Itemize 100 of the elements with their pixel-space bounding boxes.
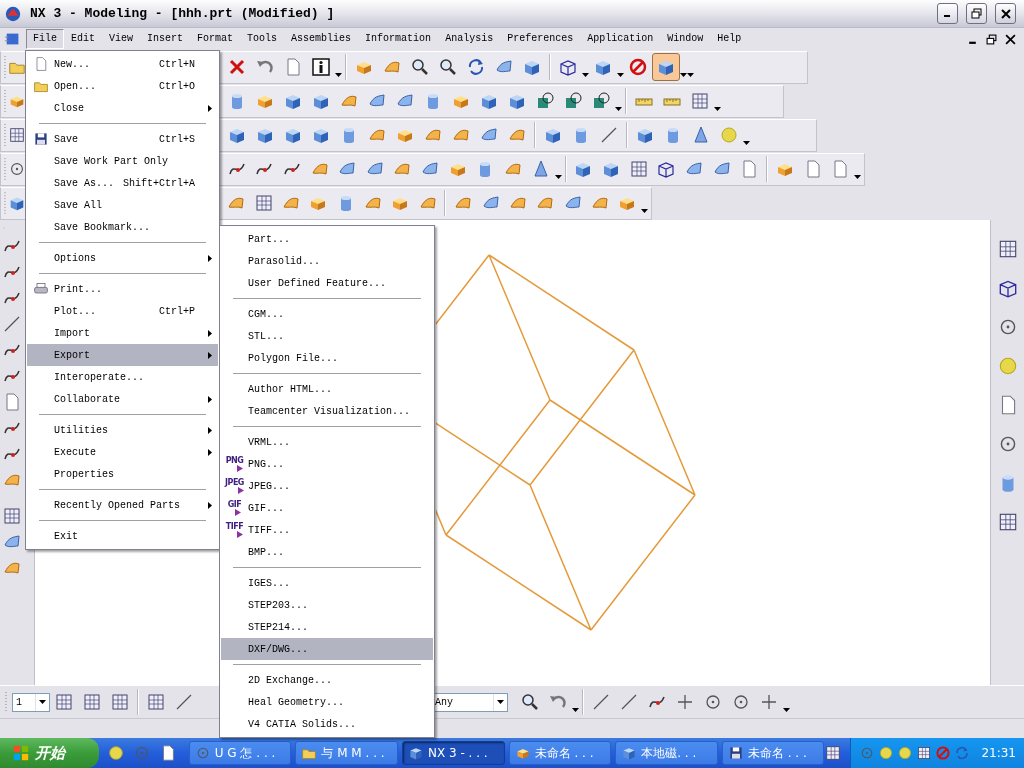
menu-item[interactable]: Part...	[221, 228, 433, 250]
start-button[interactable]: 开始	[0, 738, 99, 768]
taskbar-button[interactable]: 与 M M . . .	[295, 741, 398, 765]
caret-icon[interactable]	[582, 73, 589, 78]
menu-item[interactable]: Save All	[27, 194, 218, 216]
taskbar-button[interactable]: NX 3 - . . .	[402, 741, 505, 765]
menu-item[interactable]: V4 CATIA Solids...	[221, 713, 433, 735]
menu-item[interactable]: Export	[27, 344, 218, 366]
caret-icon[interactable]	[783, 708, 790, 713]
wireframe-cube-icon[interactable]	[558, 57, 578, 77]
menu-item[interactable]: Utilities	[27, 419, 218, 441]
caret-icon[interactable]	[615, 107, 622, 112]
menu-item[interactable]: Options	[27, 247, 218, 269]
grid-icon[interactable]	[110, 692, 130, 712]
square-icon[interactable]	[535, 91, 555, 111]
menu-item[interactable]: Preferences	[500, 29, 581, 49]
maximize-button[interactable]	[966, 3, 987, 24]
grid-icon[interactable]	[146, 692, 166, 712]
cone-icon[interactable]	[691, 125, 711, 145]
sphere-icon[interactable]	[878, 745, 895, 761]
menu-item[interactable]: TIFF TIFF...	[221, 519, 433, 541]
menu-item[interactable]: Help	[710, 29, 749, 49]
square-icon[interactable]	[591, 91, 611, 111]
taskbar-button[interactable]: 未命名 . . .	[721, 741, 825, 765]
line-icon[interactable]	[174, 692, 194, 712]
menu-item[interactable]: User Defined Feature...	[221, 272, 433, 294]
caret-icon[interactable]	[854, 175, 862, 180]
menu-item[interactable]: Application	[580, 29, 661, 49]
zoom-icon[interactable]	[410, 57, 430, 77]
line-icon[interactable]	[599, 125, 619, 145]
caret-icon[interactable]	[617, 73, 624, 78]
grid-icon[interactable]	[690, 91, 710, 111]
info-icon[interactable]	[311, 57, 331, 77]
layer-dropdown[interactable]: 1	[12, 692, 50, 712]
menu-item[interactable]: Import	[27, 322, 218, 344]
menu-item[interactable]: Window	[660, 29, 711, 49]
no-sign-icon[interactable]	[628, 57, 648, 77]
menu-item[interactable]: GIF GIF...	[221, 497, 433, 519]
menu-item[interactable]: Print...	[27, 278, 218, 300]
menu-item[interactable]: Heal Geometry...	[221, 691, 433, 713]
menu-item[interactable]: Save Ctrl+S	[27, 128, 218, 150]
zoom-icon[interactable]	[520, 692, 540, 712]
menu-item[interactable]: Close	[27, 97, 218, 119]
menu-item[interactable]: IGES...	[221, 572, 433, 594]
minimize-button[interactable]	[937, 3, 958, 24]
menu-item[interactable]: Plot... Ctrl+P	[27, 300, 218, 322]
caret-icon[interactable]	[554, 175, 562, 180]
menu-item[interactable]: New... Ctrl+N	[27, 53, 218, 75]
square-icon[interactable]	[563, 91, 583, 111]
menu-item[interactable]: Save Bookmark...	[27, 216, 218, 238]
menu-item[interactable]: Polygon File...	[221, 347, 433, 369]
menu-item[interactable]: Author HTML...	[221, 378, 433, 400]
grid-icon[interactable]	[253, 193, 274, 213]
zoom-icon[interactable]	[438, 57, 458, 77]
taskbar-button[interactable]: U G 怎 . . .	[188, 741, 292, 765]
restore-icon[interactable]	[986, 33, 997, 45]
menu-item[interactable]: PNG PNG...	[221, 453, 433, 475]
grid-icon[interactable]	[8, 126, 26, 144]
taskbar-button[interactable]: 未命名 . . .	[508, 741, 612, 765]
grid-icon[interactable]	[916, 745, 933, 761]
circle-icon[interactable]	[703, 692, 723, 712]
line-icon[interactable]	[591, 692, 611, 712]
caret-icon[interactable]	[335, 73, 342, 78]
menu-item[interactable]: Assemblies	[284, 29, 359, 49]
menu-item[interactable]: Properties	[27, 463, 218, 485]
caret-icon[interactable]	[39, 699, 46, 705]
menu-item[interactable]: STL...	[221, 325, 433, 347]
line-icon[interactable]	[2, 314, 22, 334]
menu-item[interactable]: Information	[358, 29, 439, 49]
caret-icon[interactable]	[743, 141, 750, 146]
menu-item[interactable]: Save As... Shift+Ctrl+A	[27, 172, 218, 194]
menu-item[interactable]: DXF/DWG...	[221, 638, 433, 660]
caret-icon[interactable]	[572, 708, 579, 713]
menu-item[interactable]: Teamcenter Visualization...	[221, 400, 433, 422]
menu-item[interactable]: Save Work Part Only	[27, 150, 218, 172]
rotate-icon[interactable]	[466, 57, 486, 77]
grid-icon[interactable]	[54, 692, 74, 712]
grid-icon[interactable]	[628, 159, 649, 179]
menu-item[interactable]: View	[102, 29, 141, 49]
menu-item[interactable]: Interoperate...	[27, 366, 218, 388]
menu-item[interactable]: Insert	[140, 29, 191, 49]
line-icon[interactable]	[619, 692, 639, 712]
caret-icon[interactable]	[497, 699, 504, 705]
grid-icon[interactable]	[824, 744, 843, 762]
menu-item[interactable]: Edit	[64, 29, 103, 49]
menu-item[interactable]: File	[26, 29, 64, 49]
menu-item[interactable]: Format	[190, 29, 241, 49]
menu-item[interactable]: Exit	[27, 525, 218, 547]
menu-item[interactable]: Analysis	[438, 29, 501, 49]
circle-icon[interactable]	[731, 692, 751, 712]
taskbar-button[interactable]: 本地磁. . .	[615, 741, 718, 765]
menu-item[interactable]: BMP...	[221, 541, 433, 563]
close-icon[interactable]	[1005, 33, 1016, 45]
menu-item[interactable]: Parasolid...	[221, 250, 433, 272]
caret-icon[interactable]	[714, 107, 721, 112]
menu-item[interactable]: STEP214...	[221, 616, 433, 638]
grid-icon[interactable]	[2, 506, 22, 526]
grid-icon[interactable]	[82, 692, 102, 712]
sphere-icon[interactable]	[106, 744, 125, 762]
wireframe-cube-icon[interactable]	[656, 159, 677, 179]
